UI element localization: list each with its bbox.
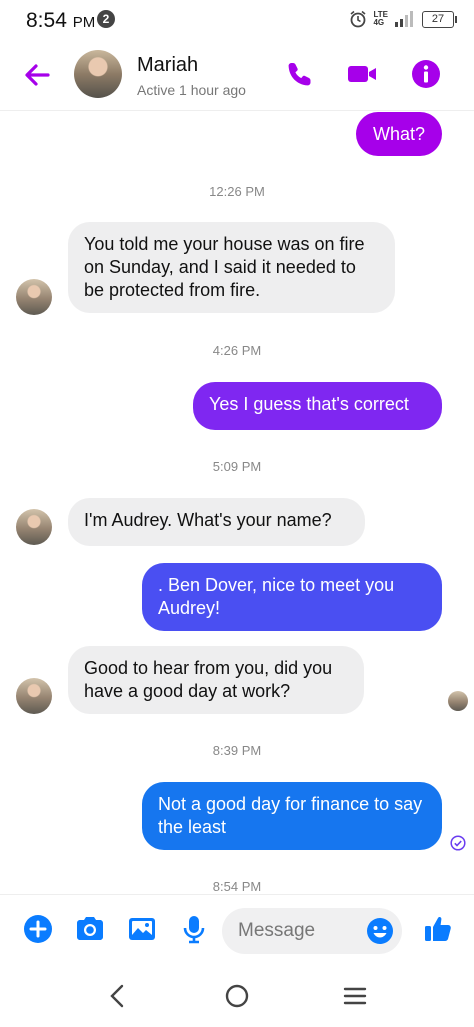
contact-avatar[interactable]: [74, 50, 122, 98]
info-icon[interactable]: [410, 58, 442, 90]
video-call-icon[interactable]: [346, 58, 378, 90]
status-bar: 8:54 PM 2 LTE 4G 27: [0, 0, 474, 40]
gallery-icon[interactable]: [126, 913, 158, 945]
active-status: Active 1 hour ago: [137, 82, 246, 98]
network-type: LTE 4G: [373, 10, 388, 27]
timestamp: 8:54 PM: [212, 879, 262, 894]
message-out[interactable]: Not a good day for finance to say the le…: [142, 782, 442, 850]
contact-name[interactable]: Mariah: [137, 54, 198, 77]
timestamp: 5:09 PM: [212, 459, 262, 474]
notification-badge: 2: [97, 10, 115, 28]
message-out[interactable]: Yes I guess that's correct: [193, 382, 442, 430]
message-out[interactable]: . Ben Dover, nice to meet you Audrey!: [142, 563, 442, 631]
nav-back-icon[interactable]: [104, 982, 132, 1010]
message-in[interactable]: Good to hear from you, did you have a go…: [68, 646, 364, 714]
message-in[interactable]: I'm Audrey. What's your name?: [68, 498, 365, 546]
microphone-icon[interactable]: [178, 913, 210, 945]
timestamp: 8:39 PM: [212, 743, 262, 758]
nav-menu-icon[interactable]: [341, 982, 369, 1010]
composer-bar: [0, 894, 474, 965]
thumbs-up-icon[interactable]: [422, 913, 454, 945]
battery-icon: 27: [422, 10, 457, 28]
status-time: 8:54 PM: [26, 9, 96, 32]
contact-avatar-small: [16, 279, 52, 315]
emoji-icon[interactable]: [366, 917, 394, 945]
timestamp: 12:26 PM: [209, 184, 265, 199]
status-icons: LTE 4G 27: [349, 8, 457, 30]
timestamp: 4:26 PM: [212, 343, 262, 358]
signal-icon: [395, 11, 413, 27]
system-nav-bar: [0, 964, 474, 1027]
back-arrow-icon[interactable]: [20, 58, 54, 92]
plus-icon[interactable]: [22, 913, 54, 945]
phone-icon[interactable]: [284, 58, 316, 90]
nav-home-icon[interactable]: [223, 982, 251, 1010]
chat-header: Mariah Active 1 hour ago: [0, 40, 474, 111]
delivered-check-icon: [450, 835, 466, 851]
message-in[interactable]: You told me your house was on fire on Su…: [68, 222, 395, 313]
contact-avatar-small: [16, 678, 52, 714]
message-out[interactable]: What?: [356, 112, 442, 156]
contact-avatar-small: [16, 509, 52, 545]
camera-icon[interactable]: [74, 913, 106, 945]
seen-avatar: [448, 691, 468, 711]
alarm-icon: [350, 10, 366, 28]
